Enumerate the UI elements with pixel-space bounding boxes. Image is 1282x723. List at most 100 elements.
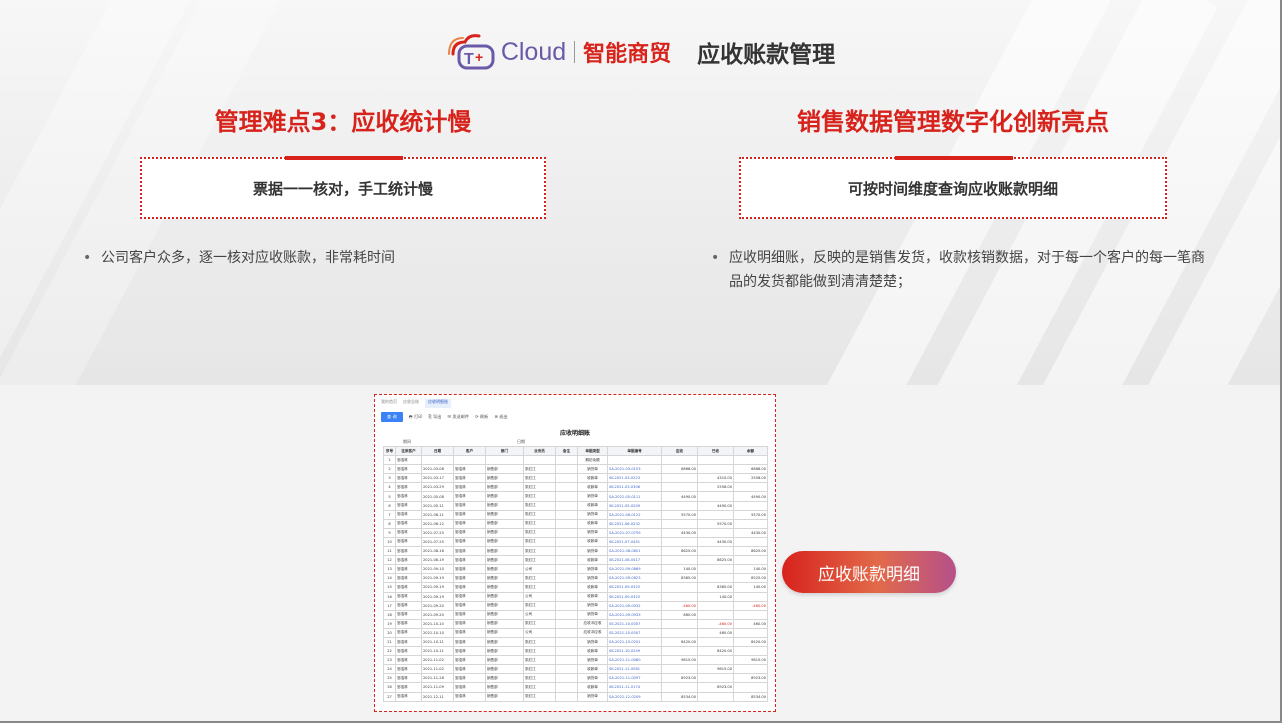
table-cell — [555, 618, 578, 629]
table-cell: 张红江 — [523, 473, 556, 484]
table-cell — [555, 536, 578, 548]
table-cell: SA-2021-12-0209 — [607, 691, 662, 702]
table-cell — [697, 655, 734, 666]
table-cell: 张红江 — [523, 491, 556, 502]
right-bullet-line1: 应收明细账，反映的是销售发货，收款核销数据，对于每一个客户的每一笔商 — [729, 250, 1205, 266]
table-row[interactable]: 13 邹浩林 2021-09-10 邹浩林 销售部 公司 销货单 SA-2021-09-086… — [383, 564, 768, 575]
table-row[interactable]: 26 邹浩林 2021-11-09 邹浩林 销售部 张红江 收款单 SK-2021-11-01… — [383, 682, 768, 693]
table-row[interactable]: 11 邹浩林 2021-08-16 邹浩林 销售部 张红江 销货单 SA-2021-08-06… — [383, 546, 768, 557]
table-row[interactable]: 3 邹浩林 2021-03-17 邹浩林 销售部 张红江 收款单 SK-2021-03-022… — [383, 473, 768, 484]
exit-button[interactable]: ⊗ 退出 — [494, 414, 507, 420]
table-row[interactable]: 12 邹浩林 2021-08-19 邹浩林 销售部 张红江 收款单 SK-2021-08-04… — [383, 555, 768, 566]
table-row[interactable]: 9 邹浩林 2021-07-25 邹浩林 销售部 张红江 销货单 SA-2021-07-075… — [383, 527, 768, 538]
tab-home[interactable]: 我的首页 — [381, 399, 397, 408]
table-cell — [555, 464, 578, 475]
print-button[interactable]: 🖶 打印 — [409, 414, 423, 421]
export-button[interactable]: ⎘ 导出 — [428, 414, 441, 420]
table-cell: 邹浩林 — [395, 546, 422, 557]
table-cell — [697, 546, 734, 557]
table-row[interactable]: 15 邹浩林 2021-09-19 邹浩林 销售部 张红江 收款单 SK-2021-09-03… — [383, 582, 768, 593]
table-cell — [661, 500, 698, 511]
page-header: T + Cloud 智能商贸 应收账款管理 — [0, 26, 1282, 78]
table-cell: 5570.00 — [697, 518, 734, 529]
table-cell: 6868.00 — [661, 464, 698, 475]
table-row[interactable]: 24 邹浩林 2021-11-02 邹浩林 销售部 张红江 收款单 SK-2021-11-00… — [383, 664, 768, 675]
table-row[interactable]: 19 邹浩林 2021-10-10 邹浩林 销售部 张红江 应收冲应收 SS-2021-10-… — [383, 618, 768, 629]
table-cell — [555, 691, 578, 702]
table-cell: 销售部 — [485, 509, 524, 520]
table-cell: 9815.00 — [733, 655, 768, 666]
query-button[interactable]: 查 询 — [381, 412, 403, 422]
table-cell: SA-2021-06-0122 — [607, 509, 662, 520]
ar-detail-button[interactable]: 应收账款明细 — [782, 551, 956, 593]
table-cell: 2021-09-19 — [421, 573, 454, 584]
table-cell: 张红江 — [523, 573, 556, 584]
column-header: 已收 — [697, 445, 734, 457]
table-row[interactable]: 16 邹浩林 2021-09-19 邹浩林 销售部 公司 收款单 SK-2021-09-032… — [383, 591, 768, 602]
table-cell: SK-2021-03-0306 — [607, 482, 662, 493]
table-row[interactable]: 25 邹浩林 2021-11-28 邹浩林 销售部 张红江 销货单 SA-2021-11-00… — [383, 673, 768, 684]
table-cell: 邹浩林 — [453, 673, 486, 684]
table-row[interactable]: 22 邹浩林 2021-10-11 邹浩林 销售部 张红江 收款单 SK-2021-10-02… — [383, 646, 768, 657]
table-cell: 张红江 — [523, 673, 556, 684]
table-row[interactable]: 23 邹浩林 2021-11-02 邹浩林 销售部 张红江 销货单 SA-2021-11-00… — [383, 655, 768, 666]
table-row[interactable]: 14 邹浩林 2021-09-19 邹浩林 销售部 张红江 销货单 SA-2021-09-08… — [383, 573, 768, 584]
table-cell: 销售部 — [485, 564, 524, 575]
table-cell: 8525.00 — [733, 573, 768, 584]
table-row[interactable]: 1 邹浩林 期初余额 — [383, 455, 768, 466]
table-cell: 销售部 — [485, 636, 524, 648]
table-cell: 邹浩林 — [395, 627, 422, 638]
table-cell — [661, 518, 698, 529]
table-cell — [733, 518, 768, 529]
table-cell: 18 — [383, 609, 396, 620]
table-cell: 邹浩林 — [453, 555, 486, 566]
table-row[interactable]: 21 邹浩林 2021-10-11 邹浩林 销售部 张红江 销货单 SA-2021-10-02… — [383, 636, 768, 648]
table-cell: 2021-10-10 — [421, 627, 454, 638]
table-cell: 销售部 — [485, 646, 524, 657]
table-cell: 8420.00 — [661, 636, 698, 648]
table-row[interactable]: 8 邹浩林 2021-06-12 邹浩林 销售部 张红江 收款单 SK-2021-06-023… — [383, 518, 768, 529]
table-row[interactable]: 2 邹浩林 2021-03-08 邹浩林 销售部 张红江 销货单 SA-2021-03-015… — [383, 464, 768, 475]
table-cell — [697, 455, 734, 466]
table-row[interactable]: 17 邹浩林 2021-09-20 邹浩林 销售部 张红江 销货单 SA-2021-09-00… — [383, 600, 768, 611]
tab-ar-detail[interactable]: 应收明细账 — [425, 399, 451, 408]
table-cell: 6 — [383, 500, 396, 511]
column-header: 客户 — [453, 445, 486, 457]
table-row[interactable]: 6 邹浩林 2021-05-11 邹浩林 销售部 张红江 收款单 SK-2021-05-020… — [383, 500, 768, 511]
table-cell — [661, 482, 698, 493]
table-cell — [421, 455, 454, 466]
table-cell: 邹浩林 — [453, 573, 486, 584]
table-cell: 销售部 — [485, 627, 524, 638]
table-cell — [555, 636, 578, 648]
report-toolbar: 查 询 🖶 打印 ⎘ 导出 ✉ 发送邮件 ⟳ 刷新 ⊗ 退出 — [381, 411, 769, 423]
table-cell: 24 — [383, 664, 396, 675]
table-cell: 邹浩林 — [395, 673, 422, 684]
table-cell: 邹浩林 — [395, 591, 422, 602]
table-row[interactable]: 18 邹浩林 2021-09-20 邹浩林 销售部 公司 销货单 SA-2021-09-093… — [383, 609, 768, 620]
table-cell: 销货单 — [577, 491, 608, 502]
table-cell: 销售部 — [485, 618, 524, 629]
table-cell: 邹浩林 — [395, 482, 422, 493]
table-row[interactable]: 5 邹浩林 2021-05-08 邹浩林 销售部 张红江 销货单 SA-2021-05-011… — [383, 491, 768, 502]
table-row[interactable]: 20 邹浩林 2021-10-10 邹浩林 销售部 公司 应收冲应收 SS-2021-10-0… — [383, 627, 768, 638]
table-cell: 邹浩林 — [453, 500, 486, 511]
table-cell: SA-2021-07-0759 — [607, 527, 662, 538]
table-cell: 27 — [383, 691, 396, 702]
table-cell — [661, 582, 698, 593]
table-cell: 2558.00 — [733, 473, 768, 484]
table-row[interactable]: 7 邹浩林 2021-06-11 邹浩林 销售部 张红江 销货单 SA-2021-06-012… — [383, 509, 768, 520]
table-cell: 15 — [383, 582, 396, 593]
column-header: 业务员 — [523, 445, 556, 457]
table-cell: 140.00 — [733, 582, 768, 593]
tab-ar-ledger[interactable]: 应收总账 — [403, 399, 419, 408]
table-cell: 9 — [383, 527, 396, 538]
table-row[interactable]: 27 邹浩林 2021-12-11 邹浩林 销售部 张红江 销货单 SA-2021-12-02… — [383, 691, 768, 702]
table-row[interactable]: 4 邹浩林 2021-03-29 邹浩林 销售部 张红江 收款单 SK-2021-03-030… — [383, 482, 768, 493]
page-title: 应收账款管理 — [697, 42, 836, 68]
send-mail-button[interactable]: ✉ 发送邮件 — [447, 414, 469, 420]
table-row[interactable]: 10 邹浩林 2021-07-25 邹浩林 销售部 张红江 收款单 SK-2021-07-04… — [383, 536, 768, 548]
refresh-button[interactable]: ⟳ 刷新 — [475, 414, 488, 420]
table-cell — [661, 646, 698, 657]
table-cell: 收款单 — [577, 500, 608, 511]
bullet-dot-icon: • — [711, 250, 720, 266]
